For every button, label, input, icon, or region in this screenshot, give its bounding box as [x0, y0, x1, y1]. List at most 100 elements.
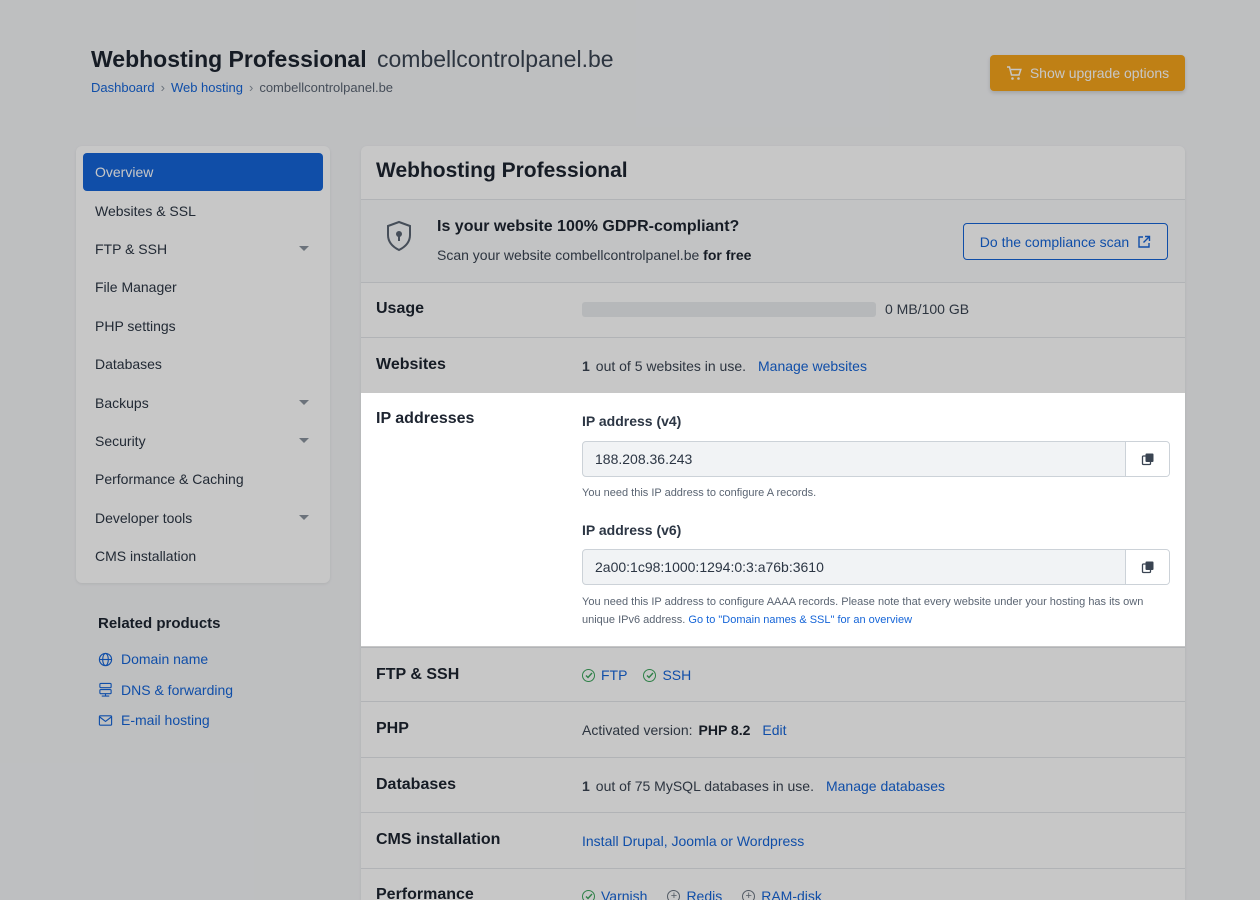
gdpr-banner: Is your website 100% GDPR-compliant? Sca… [361, 200, 1185, 283]
ipv4-label: IP address (v4) [582, 413, 682, 429]
compliance-scan-button[interactable]: Do the compliance scan [963, 223, 1168, 260]
shield-icon [387, 220, 411, 252]
ipv6-help-text: You need this IP address to configure AA… [582, 593, 1172, 629]
websites-value: 1 out of 5 websites in use. Manage websi… [582, 358, 867, 374]
check-circle-icon [582, 668, 595, 682]
ipv6-input[interactable] [583, 550, 1125, 584]
php-version: PHP 8.2 [698, 722, 751, 738]
performance-row: Performance Varnish + Redis + RAM-disk [361, 869, 1185, 900]
databases-count: 1 [582, 778, 590, 794]
websites-row: Websites 1 out of 5 websites in use. Man… [361, 338, 1185, 394]
gdpr-subtitle-bold: for free [703, 247, 752, 263]
install-cms-link[interactable]: Install Drupal, Joomla or Wordpress [582, 833, 804, 849]
ftp-link[interactable]: FTP [601, 667, 627, 683]
plus-circle-icon: + [742, 889, 756, 900]
dns-icon [99, 683, 112, 697]
sidebar-item-cms-installation[interactable]: CMS installation [83, 537, 323, 575]
sidebar-item-websites-ssl[interactable]: Websites & SSL [83, 191, 323, 229]
sidebar-item-developer-tools[interactable]: Developer tools [83, 499, 323, 537]
page-title-domain: combellcontrolpanel.be [377, 46, 614, 72]
related-domain-name-link[interactable]: Domain name [98, 644, 233, 675]
breadcrumb-current: combellcontrolpanel.be [259, 80, 394, 95]
chevron-down-icon [299, 400, 309, 406]
gdpr-subtitle-text: Scan your website combellcontrolpanel.be [437, 247, 700, 263]
php-prefix: Activated version: [582, 722, 693, 738]
copy-icon [1141, 453, 1153, 466]
copy-icon [1141, 561, 1153, 574]
cms-label: CMS installation [376, 831, 501, 848]
websites-count: 1 [582, 358, 590, 374]
external-link-icon [1138, 235, 1151, 248]
sidebar-item-label: Databases [95, 356, 162, 373]
ssh-link[interactable]: SSH [662, 667, 691, 683]
related-dns-forwarding-link[interactable]: DNS & forwarding [98, 675, 233, 706]
globe-icon [98, 652, 113, 666]
related-products-title: Related products [98, 615, 221, 632]
ipv6-field [582, 549, 1170, 585]
upgrade-button[interactable]: Show upgrade options [990, 55, 1185, 91]
ftp-ssh-value: FTP SSH [582, 667, 691, 683]
sidebar-item-label: Security [95, 432, 146, 449]
php-edit-link[interactable]: Edit [762, 722, 786, 738]
related-email-hosting-link[interactable]: E-mail hosting [98, 705, 233, 736]
ip-addresses-label: IP addresses [376, 410, 475, 427]
ip-addresses-section: IP addresses IP address (v4) You need th… [361, 393, 1185, 646]
related-products: Related products Domain name DNS & forwa… [98, 615, 233, 736]
sidebar-item-label: CMS installation [95, 548, 197, 565]
sidebar-item-file-manager[interactable]: File Manager [83, 268, 323, 306]
sidebar-item-databases[interactable]: Databases [83, 345, 323, 383]
ftp-ssh-row: FTP & SSH FTP SSH [361, 647, 1185, 702]
domain-names-overview-link[interactable]: Go to "Domain names & SSL" for an overvi… [688, 614, 912, 626]
copy-ipv6-button[interactable] [1125, 550, 1169, 584]
check-circle-icon [643, 668, 657, 682]
chevron-down-icon [299, 246, 309, 252]
sidebar-item-backups[interactable]: Backups [83, 383, 323, 421]
databases-value: 1 out of 75 MySQL databases in use. Mana… [582, 778, 945, 794]
sidebar-item-label: FTP & SSH [95, 240, 168, 257]
sidebar-item-label: Developer tools [95, 509, 193, 526]
breadcrumb-separator: › [160, 80, 165, 95]
copy-ipv4-button[interactable] [1125, 442, 1169, 476]
sidebar-item-overview[interactable]: Overview [83, 153, 323, 192]
varnish-link[interactable]: Varnish [601, 888, 647, 900]
breadcrumb-web-hosting[interactable]: Web hosting [171, 80, 243, 95]
usage-amount: 0 MB/100 GB [885, 301, 970, 317]
databases-text: out of 75 MySQL databases in use. [595, 778, 814, 794]
sidebar-item-label: PHP settings [95, 317, 176, 334]
gdpr-title: Is your website 100% GDPR-compliant? [437, 218, 740, 235]
sidebar-item-php-settings[interactable]: PHP settings [83, 307, 323, 345]
ipv4-field [582, 441, 1170, 477]
sidebar-item-security[interactable]: Security [83, 422, 323, 460]
databases-row: Databases 1 out of 75 MySQL databases in… [361, 758, 1185, 813]
sidebar-item-label: Performance & Caching [95, 471, 244, 488]
php-row: PHP Activated version: PHP 8.2 Edit [361, 702, 1185, 758]
related-item-label: Domain name [121, 651, 209, 668]
breadcrumb-dashboard[interactable]: Dashboard [91, 80, 155, 95]
performance-label: Performance [376, 886, 474, 900]
ipv6-label: IP address (v6) [582, 522, 682, 538]
sidebar-item-performance-caching[interactable]: Performance & Caching [83, 460, 323, 498]
card-title: Webhosting Professional [361, 146, 1185, 200]
websites-text: out of 5 websites in use. [595, 358, 746, 374]
cms-value: Install Drupal, Joomla or Wordpress [582, 833, 804, 849]
php-value: Activated version: PHP 8.2 Edit [582, 722, 787, 738]
php-label: PHP [376, 720, 409, 737]
sidebar-item-label: File Manager [95, 279, 177, 296]
usage-row: Usage 0 MB/100 GB [361, 283, 1185, 338]
ipv4-help-text: You need this IP address to configure A … [582, 487, 817, 499]
breadcrumb: Dashboard › Web hosting › combellcontrolpane… [91, 80, 614, 95]
breadcrumb-separator: › [248, 80, 254, 95]
page-title-product: Webhosting Professional [91, 46, 367, 72]
redis-link[interactable]: Redis [686, 888, 722, 900]
manage-websites-link[interactable]: Manage websites [758, 358, 867, 374]
sidebar-item-ftp-ssh[interactable]: FTP & SSH [83, 230, 323, 268]
ram-disk-link[interactable]: RAM-disk [761, 888, 822, 900]
ipv4-input[interactable] [583, 442, 1125, 476]
manage-databases-link[interactable]: Manage databases [826, 778, 945, 794]
related-item-label: DNS & forwarding [121, 681, 234, 698]
sidebar-item-label: Overview [95, 164, 154, 181]
chevron-down-icon [299, 438, 309, 444]
plus-circle-icon: + [667, 889, 681, 900]
gdpr-subtitle: Scan your website combellcontrolpanel.be… [437, 247, 751, 263]
page-title: Webhosting Professional combellcontrolpa… [91, 46, 614, 73]
